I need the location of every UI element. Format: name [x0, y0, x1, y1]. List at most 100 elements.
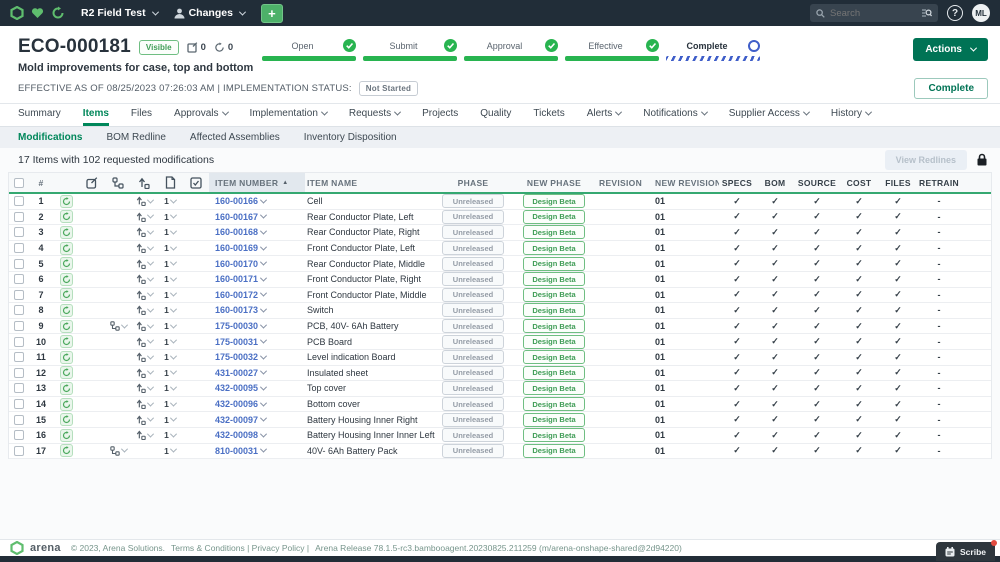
col-item-name[interactable]: ITEM NAME	[305, 178, 435, 188]
files-dropdown[interactable]: 1	[164, 274, 176, 284]
col-files[interactable]: FILES	[879, 178, 917, 188]
files-dropdown[interactable]: 1	[164, 259, 176, 269]
changes-menu[interactable]: Changes	[174, 7, 245, 19]
row-checkbox[interactable]	[14, 415, 24, 425]
col-cost[interactable]: COST	[839, 178, 879, 188]
col-bom[interactable]: BOM	[755, 178, 795, 188]
actions-button[interactable]: Actions	[913, 38, 988, 61]
subtab-modifications[interactable]: Modifications	[18, 132, 82, 143]
files-dropdown[interactable]: 1	[164, 368, 176, 378]
files-dropdown[interactable]: 1	[164, 446, 176, 456]
chevron-down-icon[interactable]	[260, 321, 267, 328]
chevron-down-icon[interactable]	[260, 430, 267, 437]
table-row[interactable]: 2 1	[9, 210, 991, 226]
chevron-down-icon[interactable]	[260, 212, 267, 219]
item-number-link[interactable]: 160-00166	[215, 196, 258, 206]
tab-implementation[interactable]: Implementation	[250, 104, 327, 126]
item-number-link[interactable]: 432-00097	[215, 415, 258, 425]
row-checkbox[interactable]	[14, 243, 24, 253]
table-row[interactable]: 9 1	[9, 319, 991, 335]
chevron-down-icon[interactable]	[260, 259, 267, 266]
col-source[interactable]: SOURCE	[795, 178, 839, 188]
tab-notifications[interactable]: Notifications	[643, 104, 706, 126]
sourcing-redline-dropdown[interactable]	[136, 259, 153, 269]
create-new-button[interactable]: +	[261, 4, 283, 23]
row-checkbox[interactable]	[14, 212, 24, 222]
tab-files[interactable]: Files	[131, 104, 152, 126]
arena-hexagon-logo-icon[interactable]	[10, 6, 24, 20]
table-row[interactable]: 14 1	[9, 397, 991, 413]
chevron-down-icon[interactable]	[260, 228, 267, 235]
item-number-link[interactable]: 175-00032	[215, 352, 258, 362]
row-checkbox[interactable]	[14, 290, 24, 300]
col-specs[interactable]: SPECS	[719, 178, 755, 188]
row-checkbox[interactable]	[14, 274, 24, 284]
table-row[interactable]: 8 1	[9, 303, 991, 319]
col-new-phase[interactable]: NEW PHASE	[511, 178, 597, 188]
workspace-selector[interactable]: R2 Field Test	[81, 7, 158, 19]
sourcing-redline-dropdown[interactable]	[136, 321, 153, 331]
tab-items[interactable]: Items	[83, 104, 109, 126]
help-button[interactable]: ?	[947, 5, 963, 21]
item-number-link[interactable]: 432-00098	[215, 430, 258, 440]
sourcing-redline-dropdown[interactable]	[136, 337, 153, 347]
chevron-down-icon[interactable]	[260, 352, 267, 359]
table-row[interactable]: 7 1	[9, 288, 991, 304]
tab-summary[interactable]: Summary	[18, 104, 61, 126]
col-revision[interactable]: REVISION	[597, 178, 653, 188]
files-dropdown[interactable]: 1	[164, 352, 176, 362]
item-number-link[interactable]: 160-00169	[215, 243, 258, 253]
table-row[interactable]: 12 1	[9, 366, 991, 382]
tab-projects[interactable]: Projects	[422, 104, 458, 126]
col-retrain[interactable]: RETRAIN	[917, 178, 961, 188]
item-number-link[interactable]: 431-00027	[215, 368, 258, 378]
row-checkbox[interactable]	[14, 337, 24, 347]
row-checkbox[interactable]	[14, 227, 24, 237]
sourcing-redline-dropdown[interactable]	[136, 430, 153, 440]
sync-circle-icon[interactable]	[51, 6, 65, 20]
files-dropdown[interactable]: 1	[164, 290, 176, 300]
chevron-down-icon[interactable]	[260, 368, 267, 375]
table-row[interactable]: 6 1	[9, 272, 991, 288]
table-row[interactable]: 3 1	[9, 225, 991, 241]
sourcing-redline-dropdown[interactable]	[136, 305, 153, 315]
chevron-down-icon[interactable]	[260, 243, 267, 250]
sourcing-redline-dropdown[interactable]	[136, 415, 153, 425]
chevron-down-icon[interactable]	[260, 274, 267, 281]
chevron-down-icon[interactable]	[260, 415, 267, 422]
sourcing-redline-dropdown[interactable]	[136, 290, 153, 300]
files-column-icon[interactable]	[157, 176, 183, 189]
item-number-link[interactable]: 432-00095	[215, 383, 258, 393]
sync-count[interactable]: 0	[214, 42, 233, 53]
item-number-link[interactable]: 160-00173	[215, 305, 258, 315]
tab-alerts[interactable]: Alerts	[587, 104, 622, 126]
sourcing-redline-column-icon[interactable]	[131, 177, 157, 189]
bom-redline-column-icon[interactable]	[105, 177, 131, 189]
row-checkbox[interactable]	[14, 399, 24, 409]
table-row[interactable]: 13 1	[9, 381, 991, 397]
search-box[interactable]	[810, 4, 938, 22]
col-row-number[interactable]: #	[29, 178, 53, 188]
col-new-revision[interactable]: NEW REVISION	[653, 178, 719, 188]
table-row[interactable]: 16 1	[9, 428, 991, 444]
select-all-checkbox[interactable]	[14, 178, 24, 188]
item-number-link[interactable]: 160-00168	[215, 227, 258, 237]
sourcing-redline-dropdown[interactable]	[136, 274, 153, 284]
subtab-inventory-disposition[interactable]: Inventory Disposition	[304, 132, 397, 143]
chevron-down-icon[interactable]	[260, 306, 267, 313]
sourcing-redline-dropdown[interactable]	[136, 383, 153, 393]
lock-icon[interactable]	[976, 153, 988, 166]
tab-approvals[interactable]: Approvals	[174, 104, 227, 126]
col-item-number[interactable]: ITEM NUMBER▲	[209, 173, 305, 192]
specs-redline-column-icon[interactable]	[79, 177, 105, 189]
tab-tickets[interactable]: Tickets	[533, 104, 564, 126]
chevron-down-icon[interactable]	[260, 399, 267, 406]
sourcing-redline-dropdown[interactable]	[136, 212, 153, 222]
tab-requests[interactable]: Requests	[349, 104, 400, 126]
item-number-link[interactable]: 160-00170	[215, 259, 258, 269]
table-row[interactable]: 5 1	[9, 256, 991, 272]
row-checkbox[interactable]	[14, 368, 24, 378]
tab-quality[interactable]: Quality	[480, 104, 511, 126]
sourcing-redline-dropdown[interactable]	[136, 243, 153, 253]
scribe-widget[interactable]: Scribe	[936, 542, 995, 561]
